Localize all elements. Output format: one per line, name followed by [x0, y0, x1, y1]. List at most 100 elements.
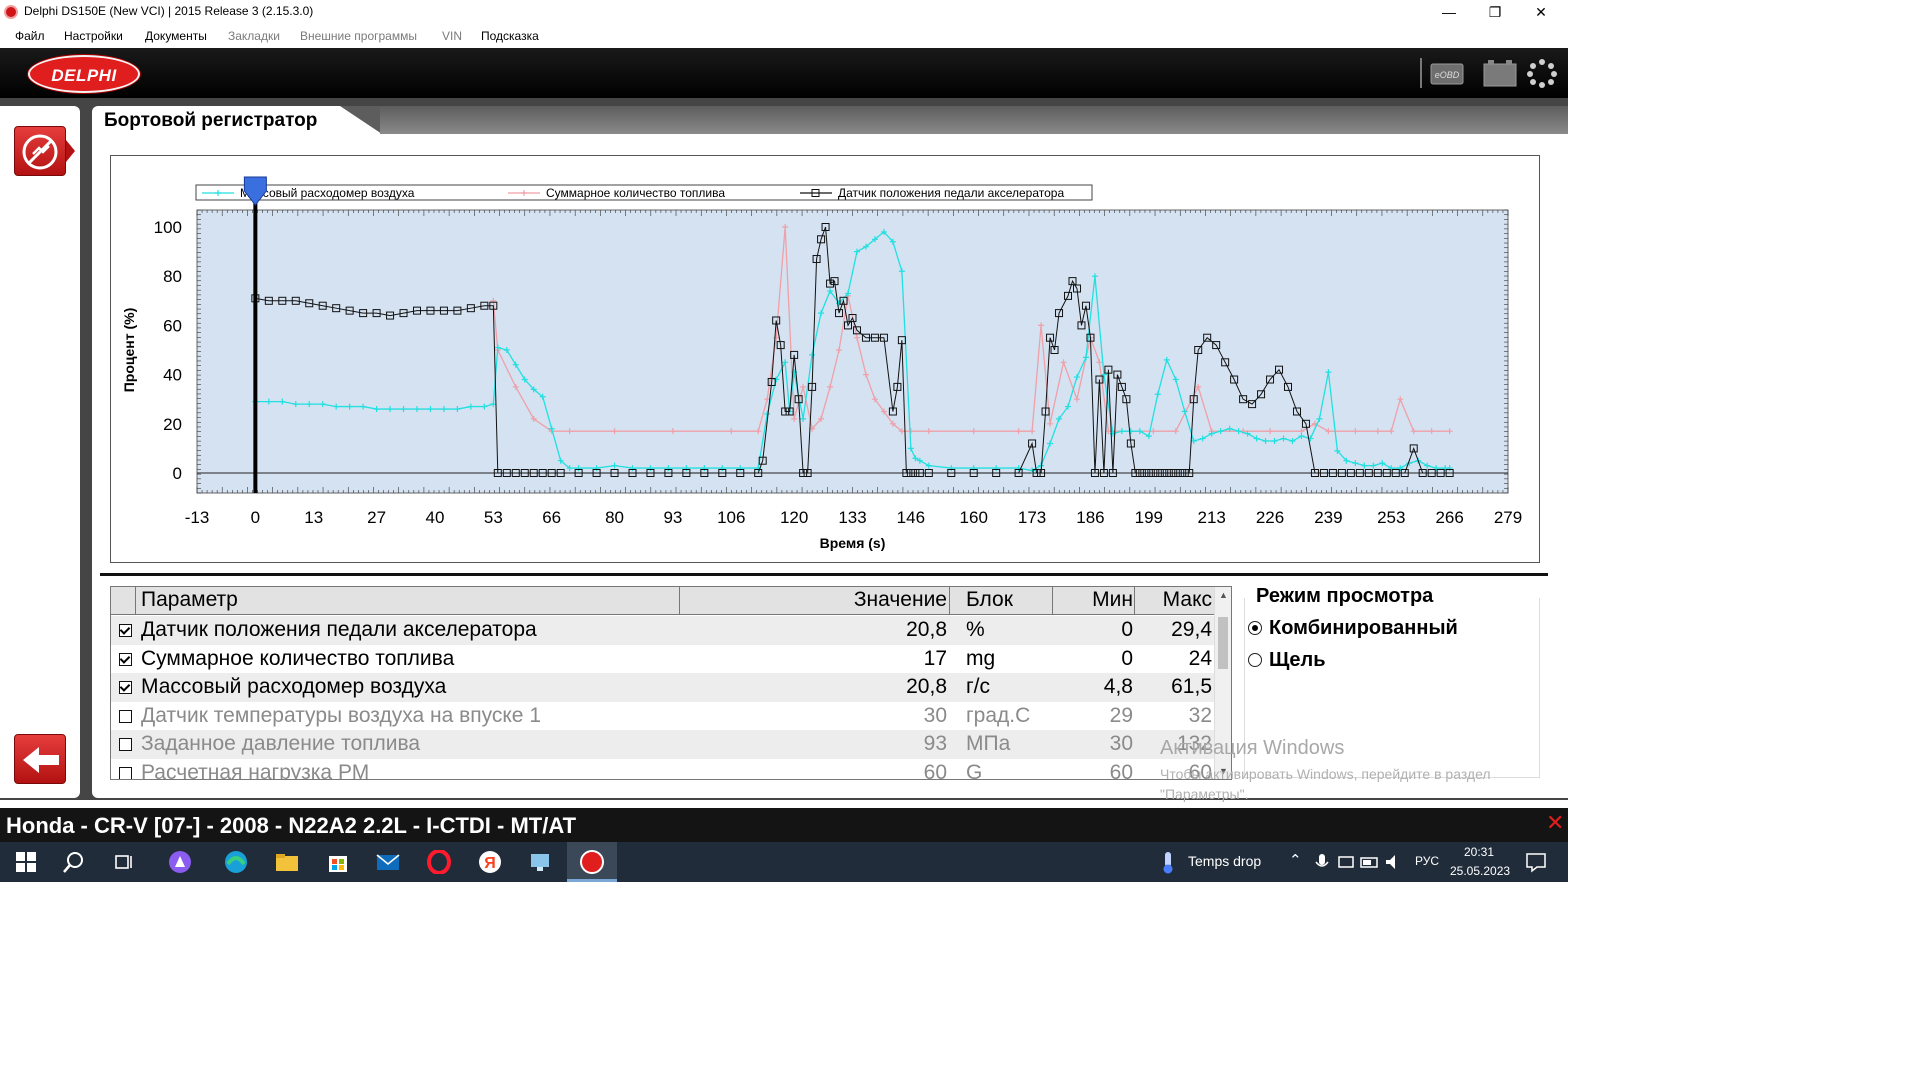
store-icon[interactable]	[326, 850, 350, 874]
vehicle-close-icon[interactable]: ✕	[1546, 810, 1564, 836]
x-tick-label: 27	[367, 508, 386, 527]
menu-file[interactable]: Файл	[15, 29, 45, 43]
delphi-taskbar-icon[interactable]	[580, 850, 604, 874]
header-max[interactable]: Макс	[1163, 588, 1212, 612]
data-recorder-chart[interactable]: -13 0 13 27 40 53 66 80 93 106 120 133 146 160 173 186 1…	[110, 155, 1540, 563]
row-checkbox[interactable]	[119, 624, 132, 637]
x-axis-label: Время (s)	[820, 535, 886, 551]
delphi-logo: DELPHI	[28, 55, 140, 93]
edge-browser-icon[interactable]	[224, 850, 248, 874]
eobd-label: eOBD	[1435, 70, 1460, 80]
network-icon[interactable]	[1334, 850, 1358, 874]
weather-text[interactable]: Temps drop	[1188, 853, 1261, 869]
table-row[interactable]: Заданное давление топлива 93 МПа 30 132	[111, 730, 1215, 759]
header-param[interactable]: Параметр	[141, 588, 238, 612]
table-row[interactable]: Суммарное количество топлива 17 mg 0 24	[111, 645, 1215, 674]
menu-settings[interactable]: Настройки	[64, 29, 123, 43]
y-tick-label: 0	[173, 464, 182, 483]
x-tick-label: 266	[1435, 508, 1463, 527]
arrow-left-icon	[23, 747, 59, 773]
param-name: Массовый расходомер воздуха	[141, 675, 447, 698]
vehicle-info: Honda - CR-V [07-] - 2008 - N22A2 2.2L -…	[6, 813, 577, 838]
battery-status-icon[interactable]	[1358, 850, 1382, 874]
x-tick-label: 40	[425, 508, 444, 527]
scroll-up-icon[interactable]: ▲	[1215, 587, 1231, 603]
section-separator	[100, 573, 1548, 576]
param-unit: mg	[966, 646, 996, 670]
param-name: Датчик положения педали акселератора	[141, 618, 537, 641]
thermometer-icon[interactable]	[1156, 850, 1180, 874]
tab-band	[380, 106, 1568, 134]
menu-external-programs[interactable]: Внешние программы	[300, 29, 417, 43]
table-row[interactable]: Датчик положения педали акселератора 20,8…	[111, 616, 1215, 645]
battery-icon[interactable]	[1482, 58, 1518, 88]
table-row[interactable]: Датчик температуры воздуха на впуске 1 30…	[111, 702, 1215, 731]
yandex-browser-icon[interactable]: Я	[478, 850, 502, 874]
menu-documents[interactable]: Документы	[145, 29, 207, 43]
param-value: 93	[923, 732, 947, 755]
clock-time[interactable]: 20:31	[1464, 845, 1494, 859]
header-unit[interactable]: Блок	[966, 588, 1013, 612]
menu-bookmarks[interactable]: Закладки	[228, 29, 280, 43]
y-tick-label: 80	[163, 267, 182, 286]
eobd-icon[interactable]: eOBD	[1430, 58, 1464, 88]
x-tick-label: 186	[1076, 508, 1104, 527]
x-tick-label: 213	[1197, 508, 1225, 527]
close-button[interactable]: ✕	[1518, 0, 1564, 24]
x-tick-label: 66	[542, 508, 561, 527]
clock-date[interactable]: 25.05.2023	[1450, 864, 1510, 878]
view-mode-split-radio[interactable]	[1248, 653, 1262, 667]
menu-bar: Файл Настройки Документы Закладки Внешни…	[0, 24, 1568, 48]
x-tick-label: 146	[897, 508, 925, 527]
header-value[interactable]: Значение	[854, 588, 947, 612]
windows-start-icon[interactable]	[14, 850, 38, 874]
row-checkbox[interactable]	[119, 652, 132, 666]
search-icon[interactable]	[62, 850, 86, 874]
opera-browser-icon[interactable]	[427, 849, 451, 875]
param-max: 24	[1188, 646, 1212, 670]
volume-icon[interactable]	[1382, 850, 1406, 874]
param-min: 4,8	[1103, 675, 1133, 698]
row-checkbox[interactable]	[119, 738, 132, 751]
activation-watermark-title: Активация Windows	[1160, 737, 1345, 759]
x-tick-label: -13	[185, 508, 210, 527]
language-indicator[interactable]: РУС	[1415, 854, 1439, 868]
chevron-up-icon[interactable]: ⌃	[1289, 851, 1302, 869]
minimize-button[interactable]: —	[1426, 0, 1472, 24]
menu-help[interactable]: Подсказка	[481, 29, 539, 43]
window-title: Delphi DS150E (New VCI) | 2015 Release 3…	[24, 4, 314, 18]
view-mode-combined-radio[interactable]	[1248, 621, 1262, 635]
delphi-app-icon	[4, 5, 18, 19]
header-min[interactable]: Мин	[1092, 588, 1133, 612]
param-max: 29,4	[1171, 618, 1212, 641]
task-view-icon[interactable]	[112, 850, 136, 874]
x-tick-label: 93	[663, 508, 682, 527]
scroll-thumb[interactable]	[1218, 617, 1228, 669]
param-min: 0	[1121, 618, 1133, 641]
view-mode-split-label[interactable]: Щель	[1269, 649, 1326, 672]
table-row[interactable]: Массовый расходомер воздуха 20,8 г/с 4,8 61,…	[111, 673, 1215, 702]
table-row[interactable]: Расчетная нагрузка РМ 60 G 60 60	[111, 759, 1215, 780]
y-tick-label: 100	[154, 218, 182, 237]
microphone-icon[interactable]	[1310, 850, 1334, 874]
row-checkbox[interactable]	[119, 709, 132, 723]
row-checkbox[interactable]	[119, 681, 132, 694]
menu-vin[interactable]: VIN	[442, 29, 462, 43]
back-button[interactable]	[14, 734, 66, 784]
page-title: Бортовой регистратор	[104, 110, 318, 131]
param-value: 20,8	[906, 675, 947, 698]
view-mode-combined-label[interactable]: Комбинированный	[1269, 617, 1458, 640]
notifications-icon[interactable]	[1524, 850, 1548, 874]
no-engine-button[interactable]	[14, 126, 66, 176]
alice-assistant-icon[interactable]	[168, 850, 192, 874]
row-checkbox[interactable]	[119, 766, 132, 779]
mail-icon[interactable]	[376, 850, 400, 874]
param-value: 30	[923, 703, 947, 727]
x-tick-label: 279	[1494, 508, 1522, 527]
network-app-icon[interactable]	[528, 850, 552, 874]
restore-button[interactable]: ❐	[1472, 0, 1518, 24]
param-value: 60	[923, 760, 947, 780]
file-explorer-icon[interactable]	[275, 850, 299, 874]
legend-label: Суммарное количество топлива	[546, 186, 725, 200]
cursor-handle[interactable]	[243, 176, 267, 206]
